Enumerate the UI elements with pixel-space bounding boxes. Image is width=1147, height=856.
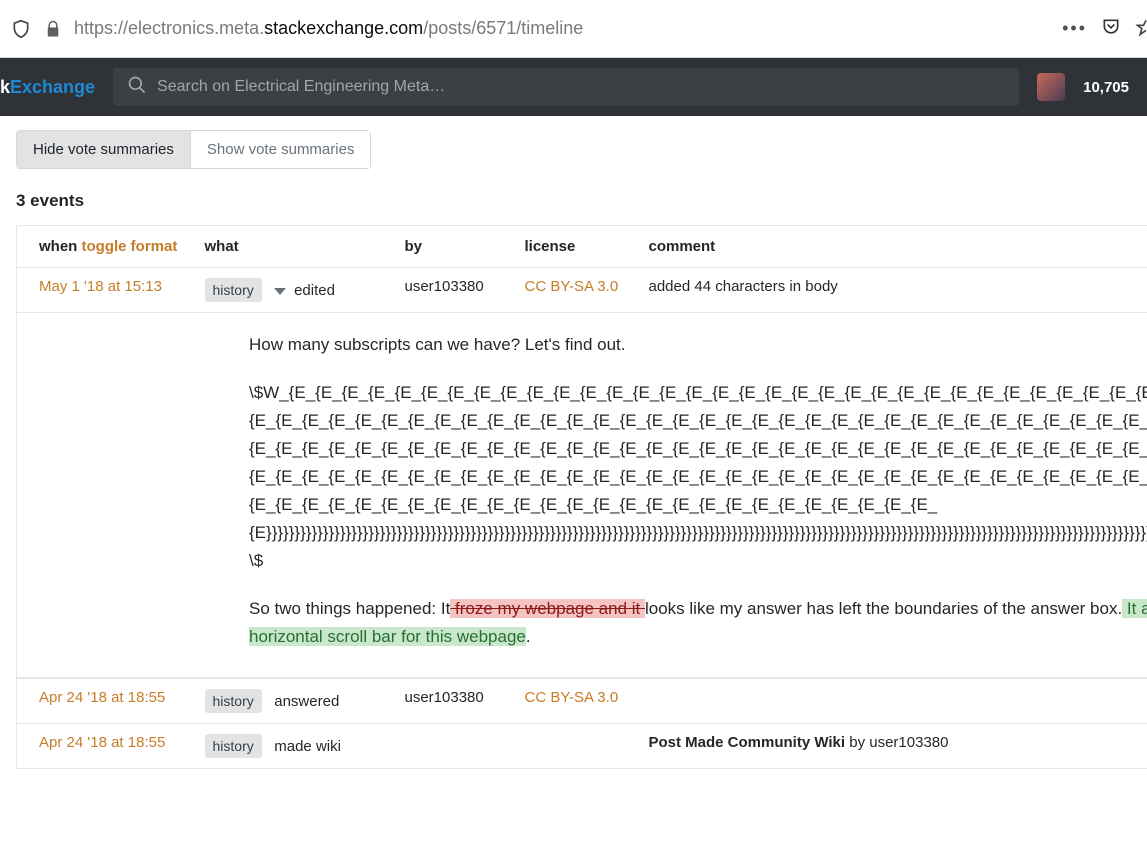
- by-user: [397, 724, 517, 769]
- col-by: by: [397, 226, 517, 268]
- logo-exchange: Exchange: [10, 77, 95, 97]
- body-p2: \$W_{E_{E_{E_{E_{E_{E_{E_{E_{E_{E_{E_{E_…: [249, 379, 1147, 575]
- table-header-row: when toggle format what by license comme…: [17, 226, 1147, 268]
- history-pill: history: [205, 278, 262, 302]
- action-label: made wiki: [274, 738, 341, 755]
- page-actions-icon[interactable]: •••: [1062, 18, 1087, 39]
- show-vote-summaries-button[interactable]: Show vote summaries: [190, 131, 371, 168]
- timestamp-link[interactable]: Apr 24 '18 at 18:55: [39, 734, 165, 751]
- history-pill: history: [205, 734, 262, 758]
- reputation[interactable]: 10,705: [1083, 79, 1129, 96]
- avatar[interactable]: [1037, 73, 1065, 101]
- search-icon: [127, 75, 147, 99]
- pocket-icon[interactable]: [1101, 17, 1121, 41]
- search-input[interactable]: [157, 78, 1005, 96]
- vote-summary-toggle: Hide vote summaries Show vote summaries: [16, 130, 371, 169]
- license-cell: [517, 724, 641, 769]
- url-domain: stackexchange.com: [264, 18, 423, 38]
- site-logo[interactable]: kExchange: [0, 77, 95, 98]
- history-pill: history: [205, 689, 262, 713]
- shield-icon[interactable]: [10, 18, 32, 40]
- table-row: May 1 '18 at 15:13 history edited user10…: [17, 268, 1147, 313]
- license-link[interactable]: CC BY-SA 3.0: [525, 278, 619, 295]
- timestamp-link[interactable]: May 1 '18 at 15:13: [39, 278, 162, 295]
- table-row: Apr 24 '18 at 18:55 history made wiki Po…: [17, 724, 1147, 769]
- timeline-table: when toggle format what by license comme…: [16, 225, 1147, 769]
- events-count: 3 events: [16, 191, 1131, 211]
- by-user: user103380: [397, 679, 517, 724]
- by-user: user103380: [397, 268, 517, 313]
- url-pre: https://electronics.meta.: [74, 18, 264, 38]
- col-what: what: [197, 226, 397, 268]
- comment-text: Post Made Community Wiki by user103380: [641, 724, 1147, 769]
- logo-k: k: [0, 77, 10, 97]
- browser-address-bar: https://electronics.meta.stackexchange.c…: [0, 0, 1147, 58]
- body-p1: How many subscripts can we have? Let's f…: [249, 331, 1147, 359]
- hide-vote-summaries-button[interactable]: Hide vote summaries: [17, 131, 190, 168]
- lock-icon[interactable]: [42, 18, 64, 40]
- action-label: answered: [274, 693, 339, 710]
- url-post: /posts/6571/timeline: [423, 18, 583, 38]
- col-license: license: [517, 226, 641, 268]
- search-box[interactable]: [113, 68, 1019, 106]
- comment-text: added 44 characters in body: [641, 268, 1147, 313]
- toggle-format-link[interactable]: toggle format: [82, 238, 178, 255]
- action-label: edited: [294, 282, 335, 299]
- timestamp-link[interactable]: Apr 24 '18 at 18:55: [39, 689, 165, 706]
- table-row: Apr 24 '18 at 18:55 history answered use…: [17, 679, 1147, 724]
- star-icon[interactable]: [1135, 17, 1147, 41]
- diff-deleted: froze my webpage and it: [450, 599, 645, 618]
- site-header: kExchange 10,705: [0, 58, 1147, 116]
- revision-body: How many subscripts can we have? Let's f…: [17, 313, 1147, 678]
- col-when: when toggle format: [17, 226, 197, 268]
- comment-text: [641, 679, 1147, 724]
- body-p3: So two things happened: It froze my webp…: [249, 595, 1147, 651]
- col-comment: comment: [641, 226, 1147, 268]
- chevron-down-icon[interactable]: [274, 288, 286, 295]
- license-link[interactable]: CC BY-SA 3.0: [525, 689, 619, 706]
- url-text[interactable]: https://electronics.meta.stackexchange.c…: [74, 18, 1052, 39]
- revision-body-row: How many subscripts can we have? Let's f…: [17, 313, 1147, 679]
